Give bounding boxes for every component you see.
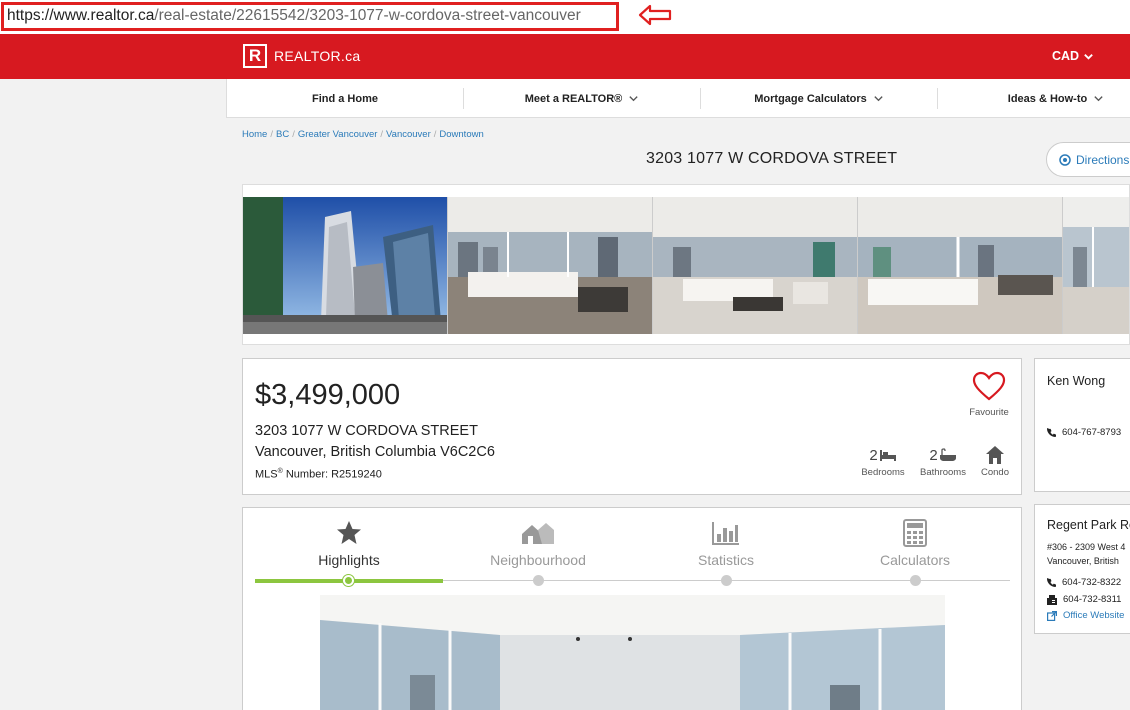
listing-tabs-card: Highlights Neighbourhood Statistics Calc… [242,507,1022,710]
bedrooms-feature: 2 Bedrooms [857,443,909,479]
nav-find-a-home[interactable]: Find a Home [227,79,463,118]
directions-icon [1059,153,1071,166]
url-text[interactable]: https://www.realtor.ca/real-estate/22615… [1,2,619,31]
breadcrumb: Home / BC / Greater Vancouver / Vancouver / Down… [242,129,484,140]
property-type-label: Condo [981,467,1009,478]
office-website-label: Office Website [1063,610,1125,621]
address-street: 3203 1077 W CORDOVA STREET [255,423,478,439]
office-phone[interactable]: 604-732-8322 [1047,577,1121,588]
breadcrumb-vancouver[interactable]: Vancouver [386,129,431,140]
agent-phone-number: 604-767-8793 [1062,427,1122,438]
tab-dot-neighbourhood [533,575,544,586]
tab-label: Statistics [697,552,754,568]
nav-label: Meet a REALTOR® [524,92,623,105]
bathrooms-label: Bathrooms [920,467,966,478]
agent-phone[interactable]: 604-767-8793 [1047,427,1121,438]
bedrooms-label: Bedrooms [861,467,905,478]
url-domain: https://www.realtor.ca [7,7,155,24]
breadcrumb-bc[interactable]: BC [276,129,289,140]
calculator-icon [903,519,927,547]
heart-icon [972,371,1006,401]
phone-icon [1047,428,1056,437]
office-fax: 604-732-8311 [1047,594,1121,605]
url-path: /real-estate/22615542/3203-1077-w-cordov… [154,7,581,24]
bed-icon [879,450,896,461]
chevron-down-icon [629,96,638,102]
page-title: 3203 1077 W CORDOVA STREET [646,150,898,167]
directions-label: Directions [1076,152,1130,167]
agent-card: Ken Wong 604-767-8793 [1034,358,1130,492]
gallery-photo-window[interactable] [1063,197,1129,334]
neighbourhood-icon [522,523,554,544]
nav-label: Find a Home [311,92,378,105]
breadcrumb-downtown[interactable]: Downtown [439,129,483,140]
office-phone-number: 604-732-8322 [1062,577,1122,588]
nav-ideas-how-to[interactable]: Ideas & How-to [938,79,1130,118]
currency-selector[interactable]: CAD [1052,49,1094,63]
listing-summary-card: $3,499,000 3203 1077 W CORDOVA STREET Va… [242,358,1022,495]
gallery-photo-living-room[interactable] [448,197,653,334]
red-arrow-icon [638,4,672,26]
mls-prefix: MLS [255,468,278,481]
property-type-feature: Condo [977,443,1013,478]
currency-label: CAD [1052,49,1080,63]
breadcrumb-greater-vancouver[interactable]: Greater Vancouver [298,129,378,140]
chevron-down-icon [874,96,883,102]
tab-dot-calculators [910,575,921,586]
bathtub-icon [939,448,956,461]
logo-text: REALTOR.ca [274,48,361,64]
tab-highlights[interactable]: Highlights [274,518,424,568]
tab-label: Highlights [318,552,380,568]
office-address-line2: Vancouver, British [1047,556,1119,566]
site-header: R REALTOR.ca CAD [0,34,1130,79]
office-address-line1: #306 - 2309 West 4 [1047,542,1126,552]
nav-mortgage-calculators[interactable]: Mortgage Calculators [701,79,937,118]
realtor-logo[interactable]: R REALTOR.ca [243,44,361,68]
directions-button[interactable]: Directions [1046,142,1130,177]
gallery-photo-exterior[interactable] [243,197,448,334]
photo-gallery [242,184,1130,345]
office-card: Regent Park Re #306 - 2309 West 4 Vancou… [1034,504,1130,634]
tab-dot-statistics [721,575,732,586]
breadcrumb-home[interactable]: Home [242,129,267,140]
bedrooms-count: 2 [869,446,878,464]
office-name[interactable]: Regent Park Re [1047,518,1130,532]
highlight-photo[interactable] [320,595,945,710]
favourite-label: Favourite [969,407,1009,418]
tab-calculators[interactable]: Calculators [840,518,990,568]
mls-value: Number: R2519240 [282,468,382,481]
bathrooms-feature: 2 Bathrooms [917,443,969,479]
house-icon [986,446,1004,464]
nav-label: Ideas & How-to [1007,92,1088,105]
favourite-button[interactable]: Favourite [965,371,1013,418]
tab-neighbourhood[interactable]: Neighbourhood [463,518,613,568]
agent-name[interactable]: Ken Wong [1047,374,1105,388]
nav-label: Mortgage Calculators [754,92,867,105]
listing-price: $3,499,000 [255,379,401,411]
nav-meet-a-realtor[interactable]: Meet a REALTOR® [464,79,700,118]
bathrooms-count: 2 [929,446,938,464]
office-website-link[interactable]: Office Website [1047,610,1124,621]
external-link-icon [1047,610,1057,621]
chevron-down-icon [1084,53,1093,60]
gallery-photo-dining[interactable] [858,197,1063,334]
office-fax-number: 604-732-8311 [1063,594,1122,605]
tab-label: Calculators [879,552,951,568]
star-icon [337,521,361,544]
mls-number: MLS® Number: R2519240 [255,468,382,481]
phone-icon [1047,578,1056,587]
fax-icon [1047,594,1057,605]
tab-dot-highlights [343,575,354,586]
chevron-down-icon [1094,96,1103,102]
tab-statistics[interactable]: Statistics [651,518,801,568]
browser-url-bar: https://www.realtor.ca/real-estate/22615… [0,0,1130,34]
bar-chart-icon [712,522,739,545]
logo-mark-icon: R [243,44,267,68]
address-city: Vancouver, British Columbia V6C2C6 [255,444,495,460]
main-nav: Find a Home Meet a REALTOR® Mortgage Cal… [226,79,1130,118]
tab-label: Neighbourhood [490,552,586,568]
gallery-photo-lounge[interactable] [653,197,858,334]
